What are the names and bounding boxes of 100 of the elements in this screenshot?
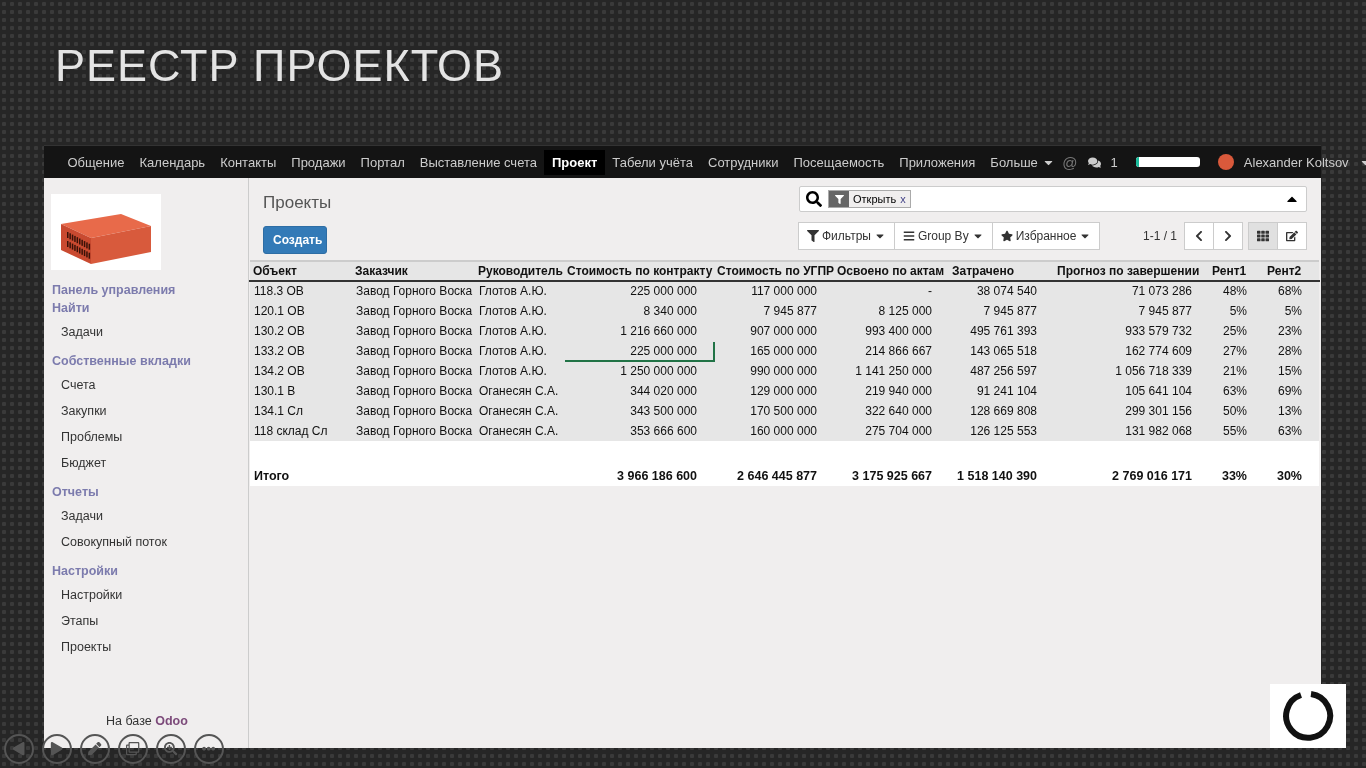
table-cell: -	[834, 281, 949, 301]
column-header: Прогноз по завершении	[1054, 261, 1209, 281]
sidebar-item[interactable]: Задачи	[51, 503, 248, 529]
zoom-icon	[164, 742, 178, 756]
nav-menu-item[interactable]: Проект	[544, 149, 605, 175]
table-cell: 1 216 660 000	[564, 321, 714, 341]
sidebar-item[interactable]: Совокупный поток	[51, 529, 248, 555]
table-cell: 343 500 000	[564, 401, 714, 421]
zoom-button[interactable]	[156, 734, 186, 764]
sidebar-section-title: Отчеты	[52, 484, 100, 500]
search-option-button[interactable]: Фильтры	[798, 222, 895, 250]
table-cell: 275 704 000	[834, 421, 949, 441]
search-option-button[interactable]: Избранное	[991, 222, 1101, 250]
table-cell: 134.1 Сл	[250, 401, 352, 421]
triangle-right-icon	[50, 742, 64, 756]
nav-menu-item[interactable]: Общение	[60, 149, 132, 175]
total-cell: 30%	[1264, 441, 1319, 486]
next-button[interactable]	[1213, 222, 1243, 250]
brand-link[interactable]: Odoo	[155, 714, 188, 728]
total-cell: 2 769 016 171	[1054, 441, 1209, 486]
nav-menu-item[interactable]: Больше	[982, 149, 1063, 175]
table-cell: 15%	[1264, 361, 1319, 381]
sidebar-item[interactable]: Задачи	[51, 319, 248, 345]
sidebar-item[interactable]: Настройки	[51, 582, 248, 608]
table-cell: 68%	[1264, 281, 1319, 301]
table-cell: 1 141 250 000	[834, 361, 949, 381]
table-cell: 126 125 553	[949, 421, 1054, 441]
sidebar-item[interactable]: Проблемы	[51, 424, 248, 450]
table-cell: 143 065 518	[949, 341, 1054, 361]
sidebar-item[interactable]: Счета	[51, 372, 248, 398]
table-cell: 55%	[1209, 421, 1264, 441]
powered-by-text: На базе Odoo	[105, 714, 189, 728]
nav-menu-item[interactable]: Табели учёта	[604, 149, 701, 175]
avatar[interactable]	[1217, 154, 1234, 170]
more-button[interactable]	[194, 734, 224, 764]
table-cell: 128 669 808	[949, 401, 1054, 421]
table-cell: 27%	[1209, 341, 1264, 361]
column-header: Объект	[250, 261, 352, 281]
previous-button[interactable]	[1184, 222, 1214, 250]
chat-icon[interactable]	[1087, 155, 1101, 169]
column-header: Затрачено	[949, 261, 1054, 281]
nav-menu-item[interactable]: Приложения	[891, 149, 983, 175]
search-option-button[interactable]: Group By	[893, 222, 993, 250]
sidebar-item[interactable]: Бюджет	[51, 450, 248, 476]
column-header: Освоено по актам	[834, 261, 949, 281]
page-title: Проекты	[263, 193, 332, 213]
column-header: Стоимость по УГПР	[714, 261, 834, 281]
total-label: Итого	[250, 441, 352, 486]
table-cell: 117 000 000	[714, 281, 834, 301]
user-name[interactable]: Alexander Koltsov	[1243, 154, 1349, 170]
table-cell: Завод Горного Воска	[352, 421, 475, 441]
circle-logo-icon	[1281, 689, 1335, 743]
mention-symbol[interactable]: @	[1062, 153, 1078, 171]
table-cell: 118 склад Сл	[250, 421, 352, 441]
total-cell: 33%	[1209, 441, 1264, 486]
nav-menu-item[interactable]: Посещаемость	[785, 149, 892, 175]
view-switch-button[interactable]	[1277, 222, 1307, 250]
sidebar-item[interactable]: Закупки	[51, 398, 248, 424]
nav-menu-item[interactable]: Выставление счета	[412, 149, 545, 175]
chevron-right-icon	[1222, 230, 1234, 242]
view-switch-button[interactable]	[1248, 222, 1278, 250]
table-cell: 129 000 000	[714, 381, 834, 401]
next-slide-button[interactable]	[42, 734, 72, 764]
sidebar-item[interactable]: Этапы	[51, 608, 248, 634]
triangle-left-icon	[12, 742, 26, 756]
table-cell: 1 056 718 339	[1054, 361, 1209, 381]
table-cell: 160 000 000	[714, 421, 834, 441]
slides-button[interactable]	[118, 734, 148, 764]
nav-menu-item[interactable]: Продажи	[283, 149, 354, 175]
table-cell: 120.1 ОВ	[250, 301, 352, 321]
table-cell: 48%	[1209, 281, 1264, 301]
table-cell: 487 256 597	[949, 361, 1054, 381]
table-cell: Глотов А.Ю.	[475, 341, 564, 361]
pager-text: 1-1 / 1	[1142, 229, 1177, 243]
nav-menu-item[interactable]: Портал	[353, 149, 413, 175]
total-cell: 1 518 140 390	[949, 441, 1054, 486]
menu-icon	[902, 230, 915, 242]
sidebar-section-title: Найти	[52, 300, 91, 316]
create-button[interactable]: Создать	[263, 226, 327, 254]
pen-button[interactable]	[80, 734, 110, 764]
table-cell: 69%	[1264, 381, 1319, 401]
table-cell: 28%	[1264, 341, 1319, 361]
table-cell: 7 945 877	[714, 301, 834, 321]
nav-menu-item[interactable]: Календарь	[132, 149, 213, 175]
message-count: 1	[1110, 154, 1118, 170]
table-cell: 13%	[1264, 401, 1319, 421]
grid-icon	[1257, 230, 1269, 242]
table-cell: Завод Горного Воска	[352, 381, 475, 401]
sidebar-item[interactable]: Проекты	[51, 634, 248, 660]
table-cell: Оганесян С.А.	[475, 381, 564, 401]
nav-menu-item[interactable]: Сотрудники	[700, 149, 786, 175]
table-cell: 21%	[1209, 361, 1264, 381]
slides-icon	[126, 742, 140, 756]
search-field[interactable]: Открыть x	[799, 186, 1307, 212]
table-cell: 25%	[1209, 321, 1264, 341]
table-cell: 105 641 104	[1054, 381, 1209, 401]
remove-facet-button[interactable]: x	[900, 193, 910, 205]
table-cell: Глотов А.Ю.	[475, 281, 564, 301]
nav-menu-item[interactable]: Контакты	[212, 149, 284, 175]
table-cell: 162 774 609	[1054, 341, 1209, 361]
